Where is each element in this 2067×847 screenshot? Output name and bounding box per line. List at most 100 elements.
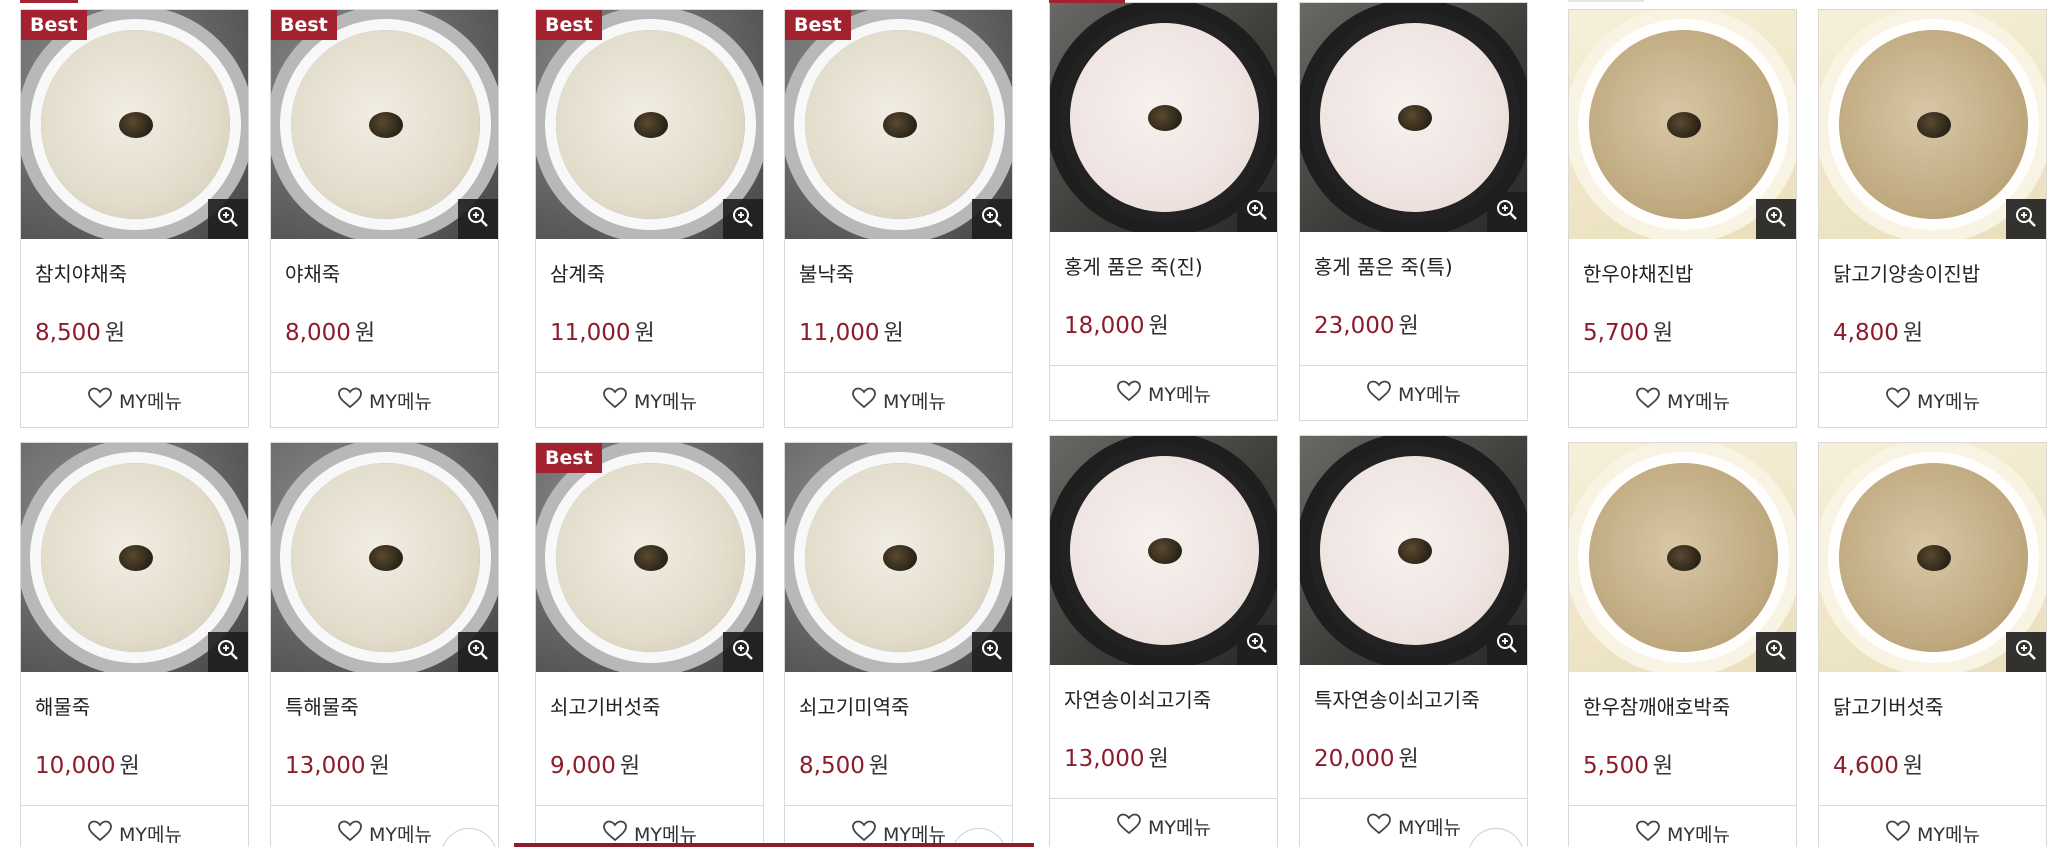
zoom-button[interactable] <box>1756 632 1796 672</box>
product-name[interactable]: 쇠고기버섯죽 <box>550 694 749 724</box>
product-image[interactable]: Best <box>536 443 763 672</box>
zoom-button[interactable] <box>972 632 1012 672</box>
product-card[interactable]: Best 야채죽 8,000 원 MY메뉴 <box>270 9 499 428</box>
my-menu-button[interactable]: MY메뉴 <box>536 372 763 427</box>
my-menu-button[interactable]: MY메뉴 <box>1050 365 1277 420</box>
bowl-image <box>1070 456 1259 645</box>
product-card[interactable]: Best 불낙죽 11,000 원 MY메뉴 <box>784 9 1013 428</box>
product-image[interactable]: Best <box>271 10 498 239</box>
my-menu-button[interactable]: MY메뉴 <box>1819 372 2046 427</box>
my-menu-button[interactable]: MY메뉴 <box>21 805 248 847</box>
heart-icon <box>1885 819 1911 847</box>
product-image[interactable]: Best <box>21 10 248 239</box>
product-card[interactable]: Best 참치야채죽 8,500 원 MY메뉴 <box>20 9 249 428</box>
best-badge: Best <box>536 443 602 473</box>
garnish <box>882 111 917 138</box>
product-name[interactable]: 특자연송이쇠고기죽 <box>1314 687 1513 717</box>
product-card[interactable]: 한우참깨애호박죽 5,500 원 MY메뉴 <box>1568 442 1797 847</box>
product-image[interactable] <box>1050 436 1277 665</box>
my-menu-button[interactable]: MY메뉴 <box>1300 365 1527 420</box>
product-image[interactable] <box>1050 3 1277 232</box>
my-menu-button[interactable]: MY메뉴 <box>271 372 498 427</box>
product-price: 13,000 원 <box>285 752 484 781</box>
product-card[interactable]: 특자연송이쇠고기죽 20,000 원 MY메뉴 <box>1299 435 1528 847</box>
my-menu-button[interactable]: MY메뉴 <box>21 372 248 427</box>
product-name[interactable]: 삼계죽 <box>550 261 749 291</box>
zoom-button[interactable] <box>2006 632 2046 672</box>
currency-unit: 원 <box>1652 321 1674 346</box>
product-card[interactable]: 한우야채진밥 5,700 원 MY메뉴 <box>1568 9 1797 428</box>
my-menu-button[interactable]: MY메뉴 <box>1569 372 1796 427</box>
price-value: 8,000 <box>285 320 351 346</box>
product-card[interactable]: 해물죽 10,000 원 MY메뉴 <box>20 442 249 847</box>
my-menu-label: MY메뉴 <box>1917 823 1980 846</box>
product-image[interactable] <box>1569 443 1796 672</box>
zoom-button[interactable] <box>723 199 763 239</box>
product-name[interactable]: 닭고기버섯죽 <box>1833 694 2032 724</box>
product-name[interactable]: 한우야채진밥 <box>1583 261 1782 291</box>
zoom-button[interactable] <box>458 199 498 239</box>
product-card[interactable]: 닭고기버섯죽 4,600 원 MY메뉴 <box>1818 442 2047 847</box>
product-price: 23,000 원 <box>1314 312 1513 341</box>
product-name[interactable]: 쇠고기미역죽 <box>799 694 998 724</box>
product-image[interactable]: Best <box>536 10 763 239</box>
garnish <box>633 111 668 138</box>
zoom-button[interactable] <box>458 632 498 672</box>
product-card[interactable]: 홍게 품은 죽(특) 23,000 원 MY메뉴 <box>1299 2 1528 421</box>
product-name[interactable]: 닭고기양송이진밥 <box>1833 261 2032 291</box>
zoom-in-icon <box>216 638 240 666</box>
product-image[interactable] <box>1569 10 1796 239</box>
product-image[interactable] <box>1819 443 2046 672</box>
garnish <box>1916 111 1951 138</box>
product-image[interactable] <box>1300 3 1527 232</box>
product-info: 홍게 품은 죽(진) 18,000 원 <box>1050 232 1277 365</box>
my-menu-button[interactable]: MY메뉴 <box>536 805 763 847</box>
heart-icon <box>337 386 363 415</box>
price-value: 4,800 <box>1833 320 1899 346</box>
product-card[interactable]: Best 쇠고기버섯죽 9,000 원 MY메뉴 <box>535 442 764 847</box>
product-image[interactable]: Best <box>785 10 1012 239</box>
product-name[interactable]: 불낙죽 <box>799 261 998 291</box>
product-name[interactable]: 홍게 품은 죽(진) <box>1064 254 1263 284</box>
zoom-button[interactable] <box>972 199 1012 239</box>
garnish <box>1666 544 1701 571</box>
product-price: 4,600 원 <box>1833 752 2032 781</box>
product-card[interactable]: 홍게 품은 죽(진) 18,000 원 MY메뉴 <box>1049 2 1278 421</box>
currency-unit: 원 <box>634 321 655 346</box>
product-image[interactable] <box>785 443 1012 672</box>
product-card[interactable]: 닭고기양송이진밥 4,800 원 MY메뉴 <box>1818 9 2047 428</box>
product-card[interactable]: 쇠고기미역죽 8,500 원 MY메뉴 <box>784 442 1013 847</box>
product-image[interactable] <box>1300 436 1527 665</box>
product-card[interactable]: 자연송이쇠고기죽 13,000 원 MY메뉴 <box>1049 435 1278 847</box>
currency-unit: 원 <box>883 321 904 346</box>
product-image[interactable] <box>271 443 498 672</box>
product-name[interactable]: 자연송이쇠고기죽 <box>1064 687 1263 717</box>
zoom-button[interactable] <box>1237 625 1277 665</box>
product-name[interactable]: 홍게 품은 죽(특) <box>1314 254 1513 284</box>
product-card[interactable]: 특해물죽 13,000 원 MY메뉴 <box>270 442 499 847</box>
product-name[interactable]: 해물죽 <box>35 694 234 724</box>
zoom-button[interactable] <box>1237 192 1277 232</box>
product-price: 11,000 원 <box>799 319 998 348</box>
my-menu-label: MY메뉴 <box>369 390 432 413</box>
heart-icon <box>1116 379 1142 408</box>
product-name[interactable]: 한우참깨애호박죽 <box>1583 694 1782 724</box>
my-menu-button[interactable]: MY메뉴 <box>1050 798 1277 847</box>
price-value: 13,000 <box>285 753 366 779</box>
zoom-button[interactable] <box>208 632 248 672</box>
product-name[interactable]: 특해물죽 <box>285 694 484 724</box>
product-image[interactable] <box>1819 10 2046 239</box>
zoom-button[interactable] <box>723 632 763 672</box>
zoom-button[interactable] <box>1487 192 1527 232</box>
product-card[interactable]: Best 삼계죽 11,000 원 MY메뉴 <box>535 9 764 428</box>
zoom-button[interactable] <box>2006 199 2046 239</box>
product-image[interactable] <box>21 443 248 672</box>
product-name[interactable]: 야채죽 <box>285 261 484 291</box>
zoom-button[interactable] <box>1487 625 1527 665</box>
zoom-button[interactable] <box>208 199 248 239</box>
my-menu-button[interactable]: MY메뉴 <box>1569 805 1796 847</box>
my-menu-button[interactable]: MY메뉴 <box>785 372 1012 427</box>
product-name[interactable]: 참치야채죽 <box>35 261 234 291</box>
zoom-button[interactable] <box>1756 199 1796 239</box>
my-menu-button[interactable]: MY메뉴 <box>1819 805 2046 847</box>
